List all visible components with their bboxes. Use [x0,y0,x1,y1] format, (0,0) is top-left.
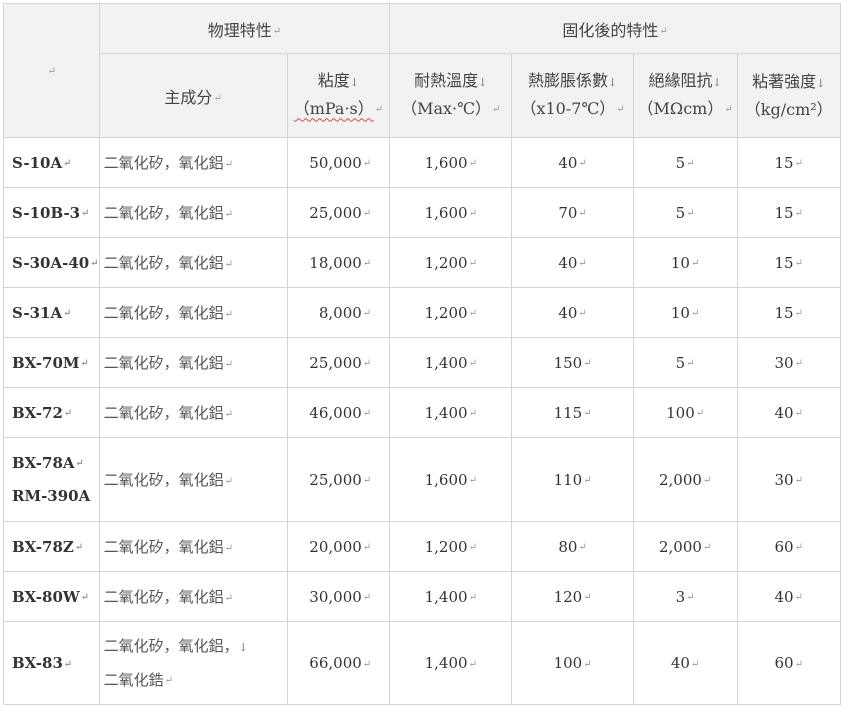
main-component: 二氧化矽，氧化鋁↵ [98,137,288,188]
insulation-value: 5↵ [632,187,738,238]
table-row: S-30A-40↵ 二氧化矽，氧化鋁↵ 18,000↵ 1,200↵ 40↵ 1… [3,237,841,288]
heat-value: 1,400↵ [389,621,513,705]
expansion-value: 100↵ [511,621,634,705]
table-row: S-10A↵ 二氧化矽，氧化鋁↵ 50,000↵ 1,600↵ 40↵ 5↵ 1… [3,137,841,188]
insulation-value: 40↵ [632,621,738,705]
corner-cell: ↵ [3,3,100,138]
insulation-value: 5↵ [632,137,738,188]
header-physical: 物理特性↵ [98,3,391,54]
adhesion-value: 30↵ [736,437,841,522]
product-code: BX-78Z↵ [3,521,100,572]
adhesion-value: 15↵ [736,137,841,188]
heat-value: 1,400↵ [389,337,513,388]
viscosity-value: 8,000↵ [286,287,391,338]
insulation-value: 10↵ [632,237,738,288]
heat-value: 1,400↵ [389,387,513,438]
adhesion-value: 60↵ [736,621,841,705]
viscosity-value: 25,000↵ [286,337,391,388]
header-cured: 固化後的特性↵ [389,3,841,54]
expansion-value: 40↵ [511,237,634,288]
insulation-value: 100↵ [632,387,738,438]
viscosity-value: 25,000↵ [286,437,391,522]
table-row: S-31A↵ 二氧化矽，氧化鋁↵ 8,000↵ 1,200↵ 40↵ 10↵ 1… [3,287,841,338]
product-code: S-10A↵ [3,137,100,188]
main-component: 二氧化矽，氧化鋁↵ [98,337,288,388]
adhesion-value: 60↵ [736,521,841,572]
product-code: S-31A↵ [3,287,100,338]
heat-value: 1,400↵ [389,571,513,622]
header-viscosity: 粘度↓ （mPa·s）↵ [286,53,391,138]
table-row: BX-83↵ 二氧化矽，氧化鋁，↓ 二氧化鋯↵ 66,000↵ 1,400↵ 10… [3,621,841,705]
viscosity-value: 46,000↵ [286,387,391,438]
main-component: 二氧化矽，氧化鋁，↓ 二氧化鋯↵ [98,621,288,705]
heat-value: 1,600↵ [389,137,513,188]
header-adhesion: 粘著強度↓ （kg/cm²） [736,53,841,138]
product-code-line2: RM-390A [12,487,91,505]
viscosity-value: 20,000↵ [286,521,391,572]
heat-value: 1,200↵ [389,287,513,338]
header-main-component: 主成分↵ [98,53,288,138]
insulation-value: 2,000↵ [632,521,738,572]
table-row: BX-72↵ 二氧化矽，氧化鋁↵ 46,000↵ 1,400↵ 115↵ 100… [3,387,841,438]
table-row: BX-80W↵ 二氧化矽，氧化鋁↵ 30,000↵ 1,400↵ 120↵ 3↵… [3,571,841,622]
product-code: BX-83↵ [3,621,100,705]
product-code: S-30A-40↵ [3,237,100,288]
table-row: S-10B-3↵ 二氧化矽，氧化鋁↵ 25,000↵ 1,600↵ 70↵ 5↵… [3,187,841,238]
main-component-line2: 二氧化鋯 [103,670,164,689]
specs-table: ↵ 物理特性↵ 固化後的特性↵ 主成分↵ 粘度↓ （mPa·s）↵ 耐熱溫度↓ … [3,3,841,705]
main-component: 二氧化矽，氧化鋁↵ [98,187,288,238]
product-code: BX-78A↵ RM-390A [3,437,100,522]
table-row: BX-78A↵ RM-390A 二氧化矽，氧化鋁↵ 25,000↵ 1,600↵ … [3,437,841,522]
heat-value: 1,600↵ [389,437,513,522]
expansion-value: 40↵ [511,137,634,188]
expansion-value: 110↵ [511,437,634,522]
expansion-value: 115↵ [511,387,634,438]
adhesion-value: 15↵ [736,237,841,288]
adhesion-value: 15↵ [736,187,841,238]
header-insulation: 絕緣阻抗↓ （MΩcm）↵ [632,53,738,138]
viscosity-value: 66,000↵ [286,621,391,705]
heat-value: 1,200↵ [389,521,513,572]
heat-value: 1,600↵ [389,187,513,238]
adhesion-value: 40↵ [736,387,841,438]
viscosity-value: 25,000↵ [286,187,391,238]
viscosity-value: 50,000↵ [286,137,391,188]
insulation-value: 10↵ [632,287,738,338]
insulation-value: 2,000↵ [632,437,738,522]
table-row: BX-78Z↵ 二氧化矽，氧化鋁↵ 20,000↵ 1,200↵ 80↵ 2,0… [3,521,841,572]
expansion-value: 120↵ [511,571,634,622]
insulation-value: 5↵ [632,337,738,388]
main-component: 二氧化矽，氧化鋁↵ [98,237,288,288]
heat-value: 1,200↵ [389,237,513,288]
viscosity-value: 18,000↵ [286,237,391,288]
main-component: 二氧化矽，氧化鋁↵ [98,571,288,622]
expansion-value: 40↵ [511,287,634,338]
product-code: S-10B-3↵ [3,187,100,238]
product-code: BX-80W↵ [3,571,100,622]
table-row: BX-70M↵ 二氧化矽，氧化鋁↵ 25,000↵ 1,400↵ 150↵ 5↵… [3,337,841,388]
product-code: BX-72↵ [3,387,100,438]
main-component: 二氧化矽，氧化鋁↵ [98,287,288,338]
expansion-value: 80↵ [511,521,634,572]
main-component: 二氧化矽，氧化鋁↵ [98,521,288,572]
header-expansion: 熱膨脹係數↓ （x10-7℃）↵ [511,53,634,138]
insulation-value: 3↵ [632,571,738,622]
main-component: 二氧化矽，氧化鋁↵ [98,437,288,522]
main-component: 二氧化矽，氧化鋁↵ [98,387,288,438]
adhesion-value: 40↵ [736,571,841,622]
viscosity-value: 30,000↵ [286,571,391,622]
adhesion-value: 15↵ [736,287,841,338]
product-code: BX-70M↵ [3,337,100,388]
expansion-value: 70↵ [511,187,634,238]
header-heat: 耐熱溫度↓ （Max·℃）↵ [389,53,513,138]
expansion-value: 150↵ [511,337,634,388]
adhesion-value: 30↵ [736,337,841,388]
